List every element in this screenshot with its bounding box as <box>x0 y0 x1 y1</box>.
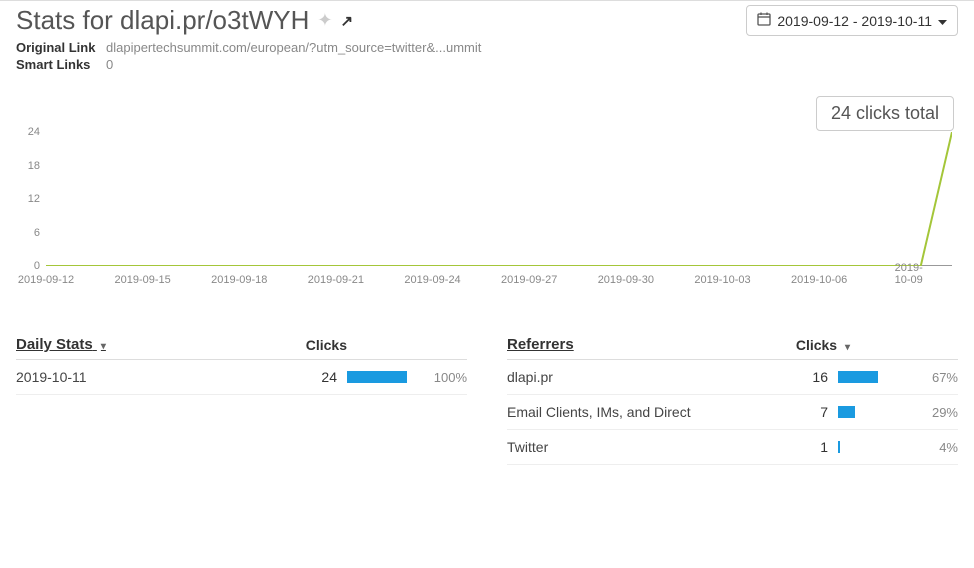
date-range-text: 2019-09-12 - 2019-10-11 <box>777 13 932 29</box>
referrers-heading[interactable]: Referrers <box>507 336 574 353</box>
clicks-line <box>46 132 952 266</box>
x-tick-label: 2019-09-15 <box>114 274 170 286</box>
referrer-bar-wrap <box>838 371 908 383</box>
referrer-label: dlapi.pr <box>507 369 788 385</box>
referrer-row: Twitter1 4% <box>507 430 958 465</box>
y-tick-label: 0 <box>16 260 40 272</box>
x-tick-label: 2019-10-06 <box>791 274 847 286</box>
x-tick-label: 2019-09-18 <box>211 274 267 286</box>
daily-stats-clicks-heading: Clicks <box>306 337 347 353</box>
open-link-icon[interactable]: ↗ <box>340 12 353 30</box>
daily-stats-row: 2019-10-1124 100% <box>16 360 467 395</box>
date-range-picker[interactable]: 2019-09-12 - 2019-10-11 <box>746 5 958 36</box>
smart-links-value: 0 <box>106 57 113 72</box>
y-tick-label: 12 <box>16 193 40 205</box>
y-tick-label: 18 <box>16 160 40 172</box>
caret-down-icon: ▾ <box>845 342 850 353</box>
referrer-bar <box>838 371 878 383</box>
daily-stats-label: 2019-10-11 <box>16 369 297 385</box>
referrer-row: Email Clients, IMs, and Direct7 29% <box>507 395 958 430</box>
total-clicks-badge: 24 clicks total <box>816 96 954 131</box>
daily-stats-panel: Daily Stats ▾ Clicks 2019-10-1124 100% <box>16 336 467 465</box>
original-link-label: Original Link <box>16 40 96 55</box>
referrer-clicks: 16 <box>788 369 828 385</box>
referrer-bar <box>838 441 840 453</box>
referrer-bar-wrap <box>838 441 908 453</box>
referrer-label: Email Clients, IMs, and Direct <box>507 404 788 420</box>
referrer-pct: 67% <box>918 370 958 385</box>
extension-icon[interactable]: ✦ <box>317 10 332 31</box>
referrer-clicks: 7 <box>788 404 828 420</box>
original-link-value[interactable]: dlapipertechsummit.com/european/?utm_sou… <box>106 40 481 55</box>
title-prefix: Stats for <box>16 5 120 35</box>
referrer-row: dlapi.pr16 67% <box>507 360 958 395</box>
referrers-panel: Referrers Clicks ▾ dlapi.pr16 67% Email Cl… <box>507 336 958 465</box>
referrer-bar <box>838 406 855 418</box>
referrer-pct: 4% <box>918 440 958 455</box>
caret-down-icon <box>938 13 947 29</box>
referrer-pct: 29% <box>918 405 958 420</box>
smart-links-label: Smart Links <box>16 57 96 72</box>
x-tick-label: 2019-09-21 <box>308 274 364 286</box>
referrer-clicks: 1 <box>788 439 828 455</box>
daily-stats-bar <box>347 371 407 383</box>
daily-stats-bar-wrap <box>347 371 417 383</box>
clicks-chart: 24 clicks total 0 6 12 18 24 2019-09-12 2019-… <box>16 96 958 286</box>
referrer-label: Twitter <box>507 439 788 455</box>
daily-stats-pct: 100% <box>427 370 467 385</box>
x-tick-label: 2019-09-12 <box>18 274 74 286</box>
link-metadata: Original Link dlapipertechsummit.com/eur… <box>16 40 958 72</box>
referrer-bar-wrap <box>838 406 908 418</box>
x-tick-label: 2019-10-03 <box>694 274 750 286</box>
y-tick-label: 6 <box>16 227 40 239</box>
page-title: Stats for dlapi.pr/o3tWYH ✦ ↗ <box>16 5 353 36</box>
x-tick-label: 2019-09-30 <box>598 274 654 286</box>
caret-down-icon: ▾ <box>101 341 106 352</box>
x-tick-label: 2019-09-27 <box>501 274 557 286</box>
referrers-clicks-heading-text: Clicks <box>796 337 837 353</box>
referrers-clicks-heading[interactable]: Clicks ▾ <box>796 337 850 353</box>
daily-stats-clicks: 24 <box>297 369 337 385</box>
top-divider <box>0 0 974 1</box>
x-tick-label: 2019-10-09 <box>895 262 937 286</box>
x-tick-label: 2019-09-24 <box>404 274 460 286</box>
y-tick-label: 24 <box>16 126 40 138</box>
title-link[interactable]: dlapi.pr/o3tWYH <box>120 5 309 35</box>
calendar-icon <box>757 12 771 29</box>
daily-stats-heading[interactable]: Daily Stats ▾ <box>16 336 106 353</box>
daily-stats-heading-text: Daily Stats <box>16 336 93 353</box>
